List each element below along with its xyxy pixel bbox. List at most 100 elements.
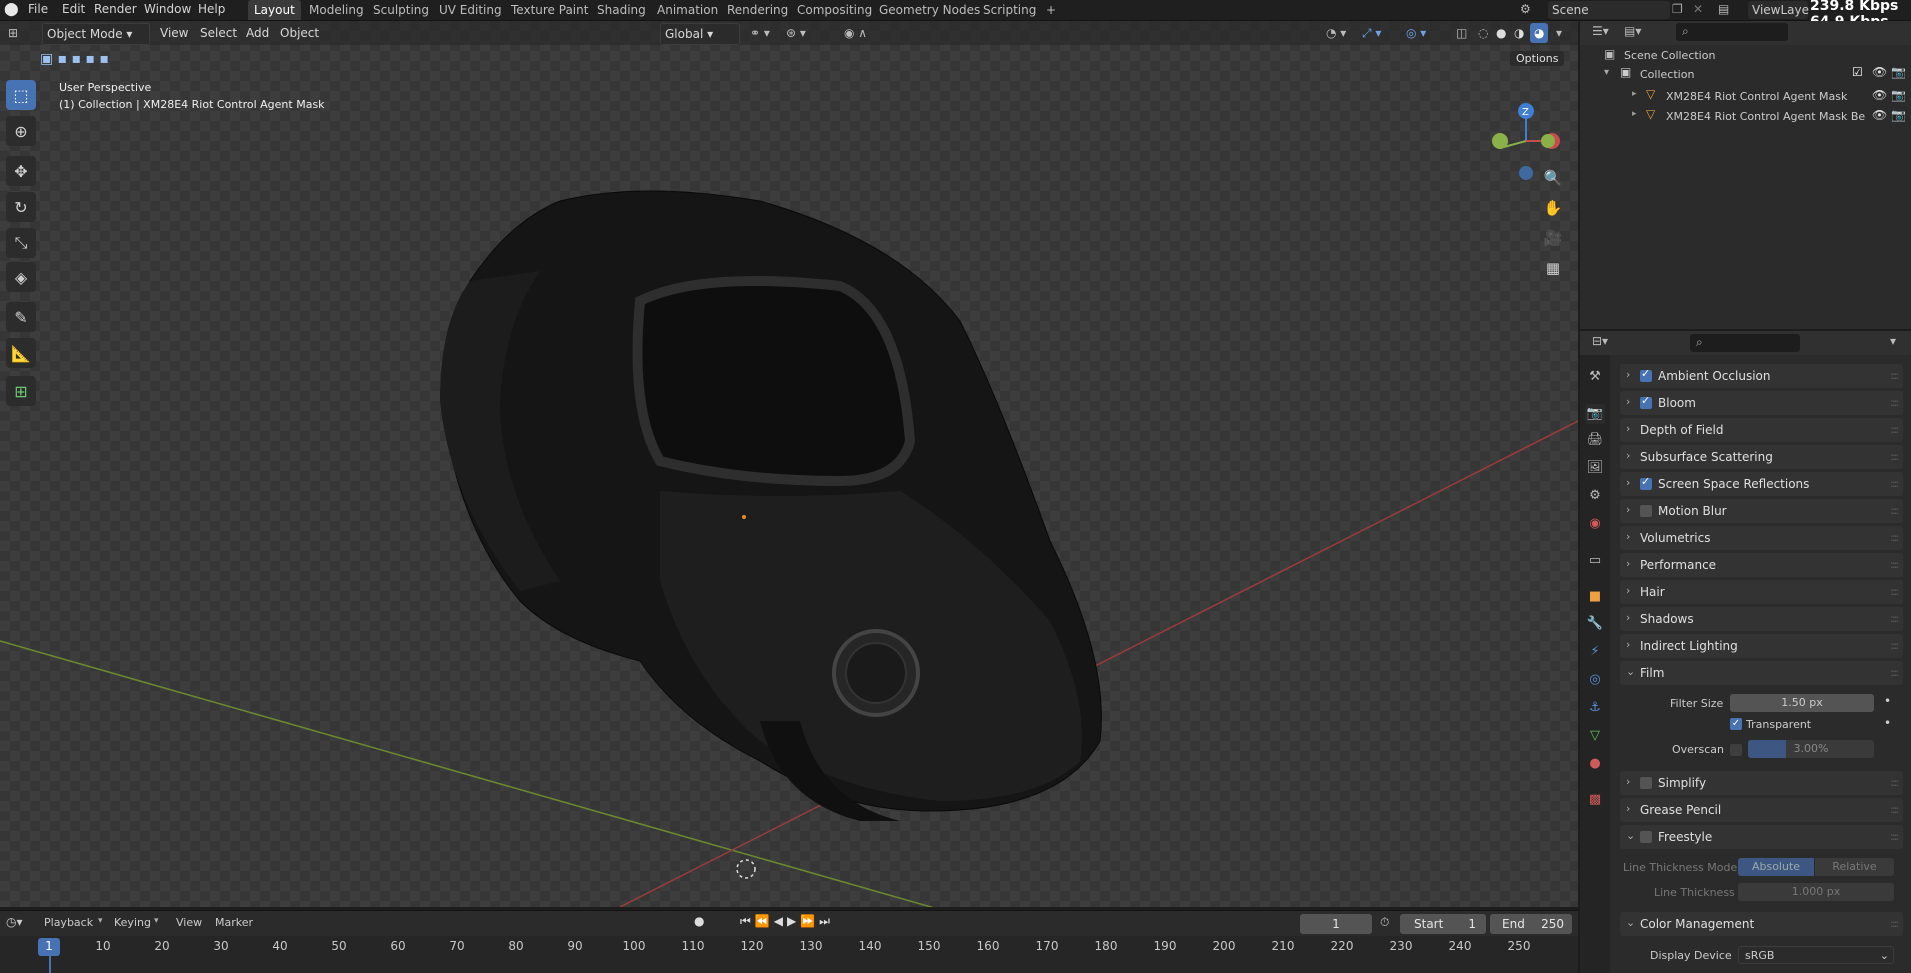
outliner-row[interactable]: ▸ ▽ XM28E4 Riot Control Agent Mask 👁 📷 <box>1580 87 1911 107</box>
blender-logo-icon[interactable]: ⬤ <box>4 2 19 17</box>
menu-edit[interactable]: Edit <box>62 2 85 16</box>
transform-orientation-dropdown[interactable]: Global ▾ <box>660 23 740 45</box>
bloom-checkbox[interactable] <box>1640 394 1652 409</box>
shading-solid-icon[interactable]: ● <box>1492 23 1510 43</box>
panel-shadows[interactable]: › Shadows:::: <box>1620 607 1903 631</box>
zoom-icon[interactable]: 🔍 <box>1541 166 1565 190</box>
timeline-ruler[interactable]: 1 10 20 30 40 50 60 70 80 90 100 110 120… <box>0 936 1578 973</box>
shading-rendered-icon[interactable]: ◕ <box>1530 23 1549 43</box>
overscan-checkbox[interactable] <box>1730 744 1742 756</box>
panel-grease-pencil[interactable]: › Grease Pencil:::: <box>1620 798 1903 822</box>
drag-handle-icon[interactable]: :::: <box>1890 396 1899 409</box>
properties-editor-icon[interactable]: ⊟▾ <box>1592 334 1608 348</box>
drag-handle-icon[interactable]: :::: <box>1890 585 1899 598</box>
panel-simplify[interactable]: › Simplify:::: <box>1620 771 1903 795</box>
add-cube-tool-icon[interactable]: ⊞ <box>6 376 36 406</box>
absolute-toggle[interactable]: Absolute <box>1738 858 1814 876</box>
panel-subsurface-scattering[interactable]: › Subsurface Scattering:::: <box>1620 445 1903 469</box>
eye-icon[interactable]: 👁 <box>1872 108 1887 122</box>
new-scene-icon[interactable]: ❐ <box>1672 2 1683 16</box>
display-device-dropdown[interactable]: sRGB ⌄ <box>1738 946 1894 964</box>
expand-arrow-icon[interactable]: ▸ <box>1632 109 1637 119</box>
measure-tool-icon[interactable]: 📐 <box>6 338 36 368</box>
drag-handle-icon[interactable]: :::: <box>1890 423 1899 436</box>
panel-hair[interactable]: › Hair:::: <box>1620 580 1903 604</box>
menu-keying[interactable]: Keying <box>114 916 151 929</box>
data-tab-icon[interactable]: ▽ <box>1585 726 1605 746</box>
drag-handle-icon[interactable]: :::: <box>1890 639 1899 652</box>
transparent-checkbox[interactable]: ✓ <box>1730 718 1742 730</box>
menu-window[interactable]: Window <box>144 2 191 16</box>
outliner-search-input[interactable]: ⌕ <box>1676 23 1788 41</box>
rotate-tool-icon[interactable]: ↻ <box>6 192 36 222</box>
select-box-tool-icon[interactable]: ⬚ <box>6 80 36 110</box>
panel-performance[interactable]: › Performance:::: <box>1620 553 1903 577</box>
panel-color-management[interactable]: ⌄ Color Management:::: <box>1620 912 1903 936</box>
ssr-checkbox[interactable] <box>1640 475 1652 490</box>
menu-file[interactable]: File <box>28 2 48 16</box>
menu-help[interactable]: Help <box>198 2 225 16</box>
menu-add[interactable]: Add <box>242 23 273 43</box>
scene-icon[interactable]: ⚙ <box>1520 2 1531 16</box>
tab-rendering[interactable]: Rendering <box>721 0 794 20</box>
camera-icon[interactable]: 📷 <box>1891 88 1906 102</box>
tab-shading[interactable]: Shading <box>591 0 652 20</box>
tab-modeling[interactable]: Modeling <box>303 0 370 20</box>
output-tab-icon[interactable]: 🖨 <box>1585 430 1605 450</box>
eye-icon[interactable]: 👁 <box>1872 65 1887 79</box>
menu-timeline-view[interactable]: View <box>176 916 202 929</box>
snap-icon[interactable]: ⊛ ▾ <box>782 23 810 43</box>
particles-tab-icon[interactable]: ⚡ <box>1585 642 1605 662</box>
xray-icon[interactable]: ◫ <box>1452 23 1471 43</box>
tab-texture-paint[interactable]: Texture Paint <box>505 0 594 20</box>
collection-label[interactable]: Collection <box>1640 68 1694 81</box>
scale-tool-icon[interactable]: ⤡ <box>6 228 36 258</box>
exclude-checkbox-icon[interactable]: ☑ <box>1852 65 1863 79</box>
panel-indirect-lighting[interactable]: › Indirect Lighting:::: <box>1620 634 1903 658</box>
drag-handle-icon[interactable]: :::: <box>1890 830 1899 843</box>
panel-motion-blur[interactable]: › Motion Blur:::: <box>1620 499 1903 523</box>
current-frame-field[interactable]: 1 <box>1300 914 1372 934</box>
drag-handle-icon[interactable]: :::: <box>1890 450 1899 463</box>
drag-handle-icon[interactable]: :::: <box>1890 803 1899 816</box>
panel-screen-space-reflections[interactable]: › Screen Space Reflections:::: <box>1620 472 1903 496</box>
outliner-editor-icon[interactable]: ☰▾ <box>1592 24 1609 38</box>
drag-handle-icon[interactable]: :::: <box>1890 369 1899 382</box>
panel-volumetrics[interactable]: › Volumetrics:::: <box>1620 526 1903 550</box>
line-thickness-field[interactable]: 1.000 px <box>1738 883 1894 901</box>
ambient-occlusion-checkbox[interactable] <box>1640 367 1652 382</box>
pan-hand-icon[interactable]: ✋ <box>1541 196 1565 220</box>
tool-tab-icon[interactable]: ⚒ <box>1585 367 1605 387</box>
camera-icon[interactable]: 📷 <box>1891 65 1906 79</box>
annotate-tool-icon[interactable]: ✎ <box>6 302 36 332</box>
panel-freestyle[interactable]: ⌄ Freestyle:::: <box>1620 825 1903 849</box>
editor-type-icon[interactable]: ⊞ <box>4 23 22 43</box>
physics-tab-icon[interactable]: ◎ <box>1585 670 1605 690</box>
drag-handle-icon[interactable]: :::: <box>1890 776 1899 789</box>
camera-view-icon[interactable]: 🎥 <box>1541 226 1565 250</box>
view-layer-icon[interactable]: ▤ <box>1718 2 1729 16</box>
freestyle-checkbox[interactable] <box>1640 831 1652 843</box>
drag-handle-icon[interactable]: :::: <box>1890 477 1899 490</box>
3d-viewport[interactable]: Z <box>0 21 1578 907</box>
drag-handle-icon[interactable]: :::: <box>1890 504 1899 517</box>
tab-animation[interactable]: Animation <box>651 0 724 20</box>
expand-arrow-icon[interactable]: ▸ <box>1632 89 1637 99</box>
add-workspace-icon[interactable]: + <box>1040 0 1062 20</box>
playback-controls-icon[interactable]: ⏮⏪◀▶⏩⏭ <box>740 914 834 929</box>
material-tab-icon[interactable]: ● <box>1585 754 1605 774</box>
preview-range-icon[interactable]: ⏱ <box>1380 915 1389 930</box>
motion-blur-checkbox[interactable] <box>1640 505 1652 517</box>
keyframe-dot-icon[interactable]: • <box>1884 716 1891 730</box>
options-button[interactable]: Options <box>1510 51 1565 66</box>
overscan-slider[interactable]: 3.00% <box>1748 740 1874 758</box>
gizmo-toggle-icon[interactable]: ⤢ ▾ <box>1358 23 1385 43</box>
pivot-icon[interactable]: ⚭ ▾ <box>746 23 774 43</box>
tab-uv-editing[interactable]: UV Editing <box>433 0 508 20</box>
timeline-editor-icon[interactable]: ◷▾ <box>6 915 23 929</box>
keyframe-dot-icon[interactable]: • <box>1884 694 1891 708</box>
panel-ambient-occlusion[interactable]: › Ambient Occlusion:::: <box>1620 364 1903 388</box>
view-layer-selector[interactable]: ViewLaye <box>1748 1 1809 19</box>
outliner-row[interactable]: ▸ ▽ XM28E4 Riot Control Agent Mask Be 👁 … <box>1580 107 1911 127</box>
properties-search-input[interactable]: ⌕ <box>1690 334 1800 352</box>
